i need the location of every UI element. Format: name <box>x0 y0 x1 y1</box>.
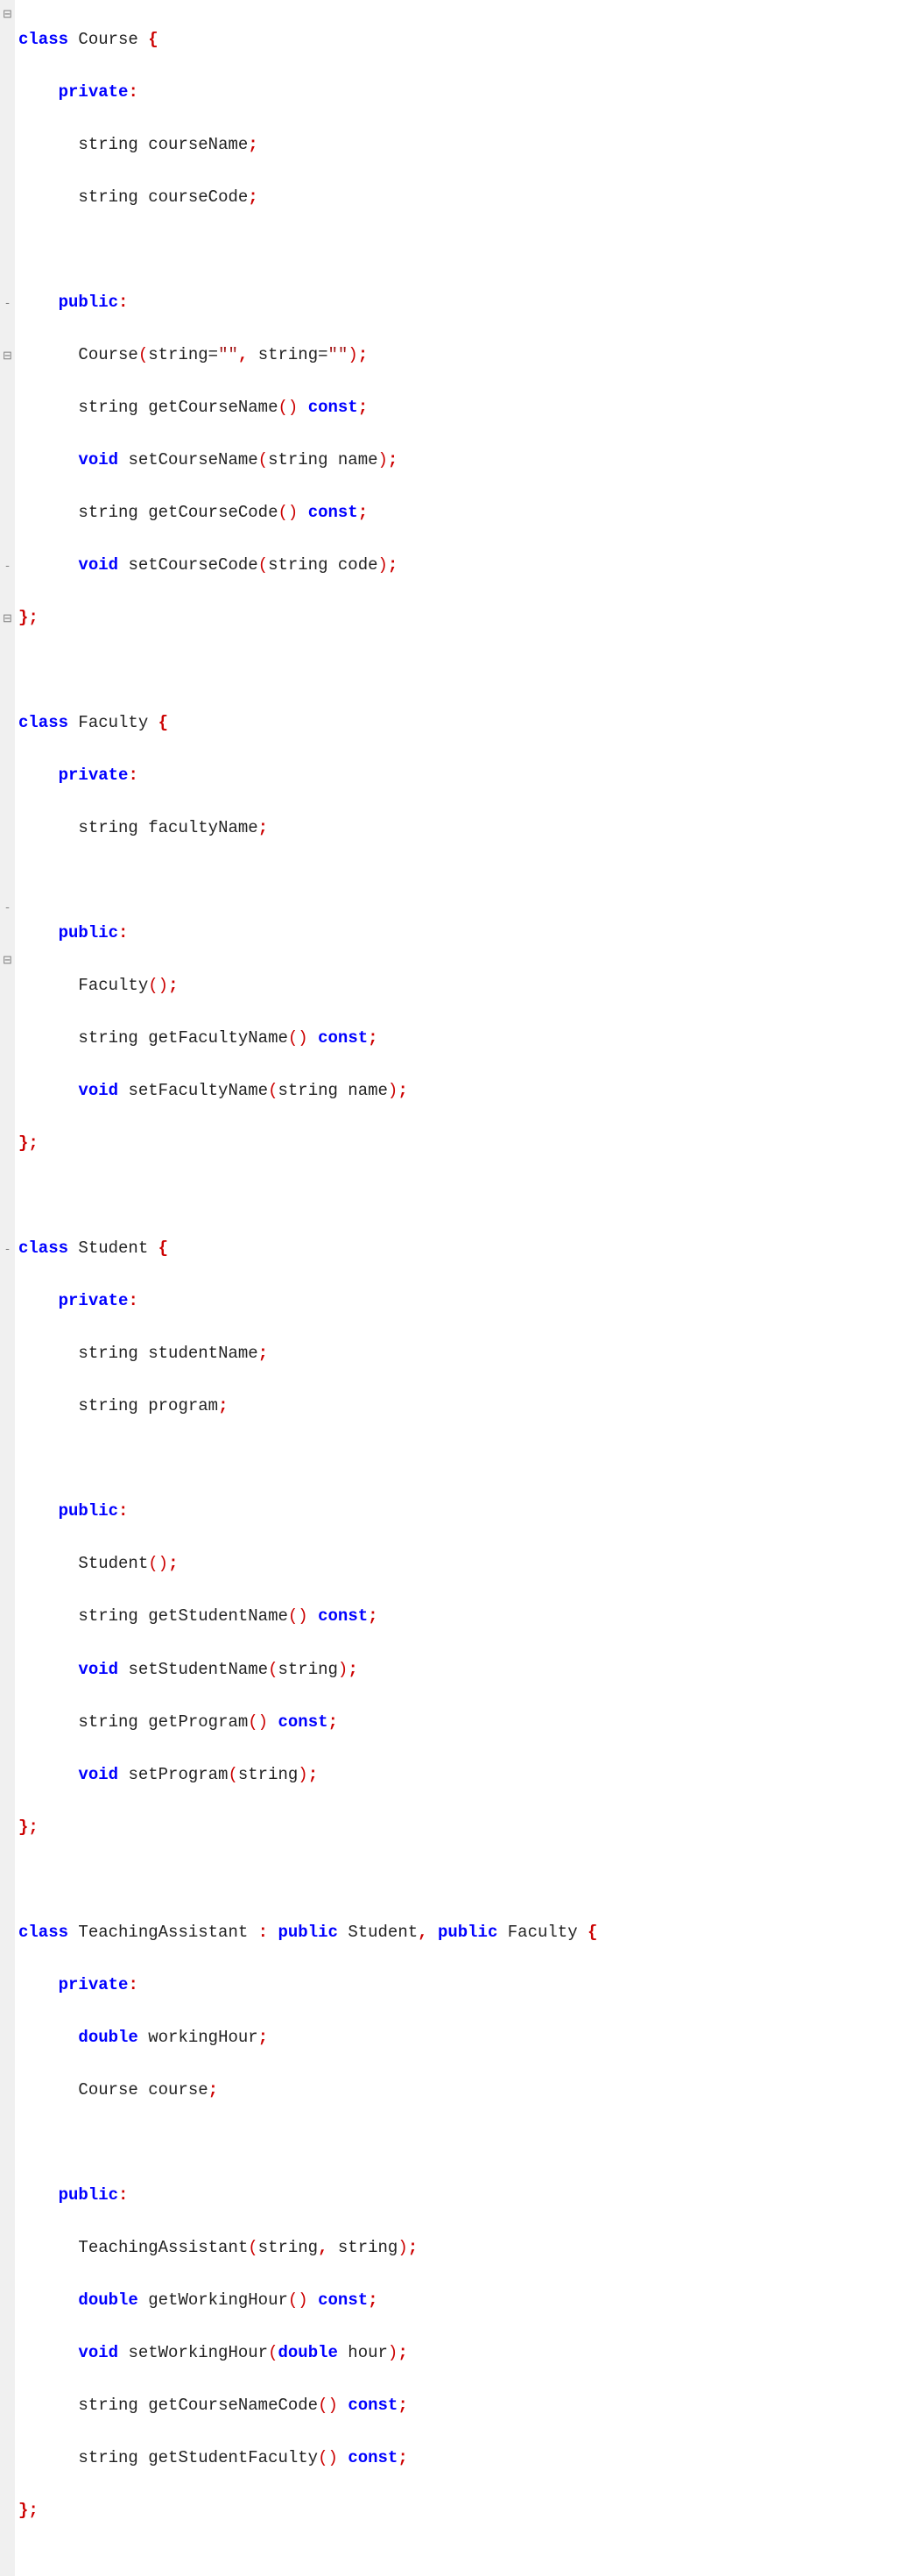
access-private: private <box>59 82 129 102</box>
access-public: public <box>59 1501 118 1521</box>
method: setStudentName <box>128 1660 268 1679</box>
fold-marker[interactable]: - <box>0 895 15 921</box>
access-public: public <box>59 293 118 312</box>
close-brace: }; <box>18 608 39 627</box>
field: workingHour <box>148 2028 257 2047</box>
method: setFacultyName <box>128 1081 268 1100</box>
method: getStudentName <box>148 1606 288 1626</box>
fold-marker[interactable]: - <box>0 554 15 580</box>
access-private: private <box>59 1975 129 1994</box>
fold-marker[interactable]: ⊟ <box>0 2 15 28</box>
field: program <box>148 1396 218 1415</box>
method: setCourseName <box>128 450 257 469</box>
method: getCourseCode <box>148 503 278 522</box>
access-public: public <box>59 2185 118 2205</box>
method: setCourseCode <box>128 555 257 575</box>
method: getProgram <box>148 1712 248 1732</box>
class-name: Student <box>78 1239 148 1258</box>
base-class: Faculty <box>508 1923 578 1942</box>
constructor: Faculty <box>78 976 148 995</box>
field: facultyName <box>148 818 257 837</box>
constructor: Student <box>78 1554 148 1573</box>
close-brace: }; <box>18 2501 39 2520</box>
method: getWorkingHour <box>148 2290 288 2310</box>
method: getFacultyName <box>148 1028 288 1048</box>
fold-marker[interactable]: - <box>0 291 15 317</box>
access-private: private <box>59 766 129 785</box>
access-public: public <box>59 923 118 942</box>
method: getStudentFaculty <box>148 2448 318 2467</box>
access-private: private <box>59 1291 129 1310</box>
method: setWorkingHour <box>128 2343 268 2362</box>
fold-gutter: ⊟ - ⊟ - ⊟ - ⊟ - <box>0 0 15 2576</box>
keyword-class: class <box>18 713 68 732</box>
field: course <box>148 2080 208 2100</box>
field: courseName <box>148 135 248 154</box>
class-name: Course <box>78 30 137 49</box>
fold-marker[interactable]: ⊟ <box>0 343 15 370</box>
keyword-class: class <box>18 30 68 49</box>
fold-marker[interactable]: ⊟ <box>0 948 15 974</box>
class-name: TeachingAssistant <box>78 1923 248 1942</box>
keyword-class: class <box>18 1239 68 1258</box>
close-brace: }; <box>18 1817 39 1837</box>
method: getCourseName <box>148 398 278 417</box>
constructor: Course <box>78 345 137 364</box>
fold-marker[interactable]: - <box>0 1237 15 1263</box>
field: courseCode <box>148 187 248 207</box>
code-content[interactable]: class Course { private: string courseNam… <box>15 0 901 2576</box>
close-brace: }; <box>18 1133 39 1153</box>
class-name: Faculty <box>78 713 148 732</box>
keyword-class: class <box>18 1923 68 1942</box>
base-class: Student <box>348 1923 418 1942</box>
method: setProgram <box>128 1765 228 1784</box>
constructor: TeachingAssistant <box>78 2238 248 2257</box>
field: studentName <box>148 1344 257 1363</box>
open-brace: { <box>148 30 158 49</box>
method: getCourseNameCode <box>148 2396 318 2415</box>
fold-marker[interactable]: ⊟ <box>0 606 15 632</box>
code-editor: ⊟ - ⊟ - ⊟ - ⊟ - class Course { private: … <box>0 0 901 2576</box>
